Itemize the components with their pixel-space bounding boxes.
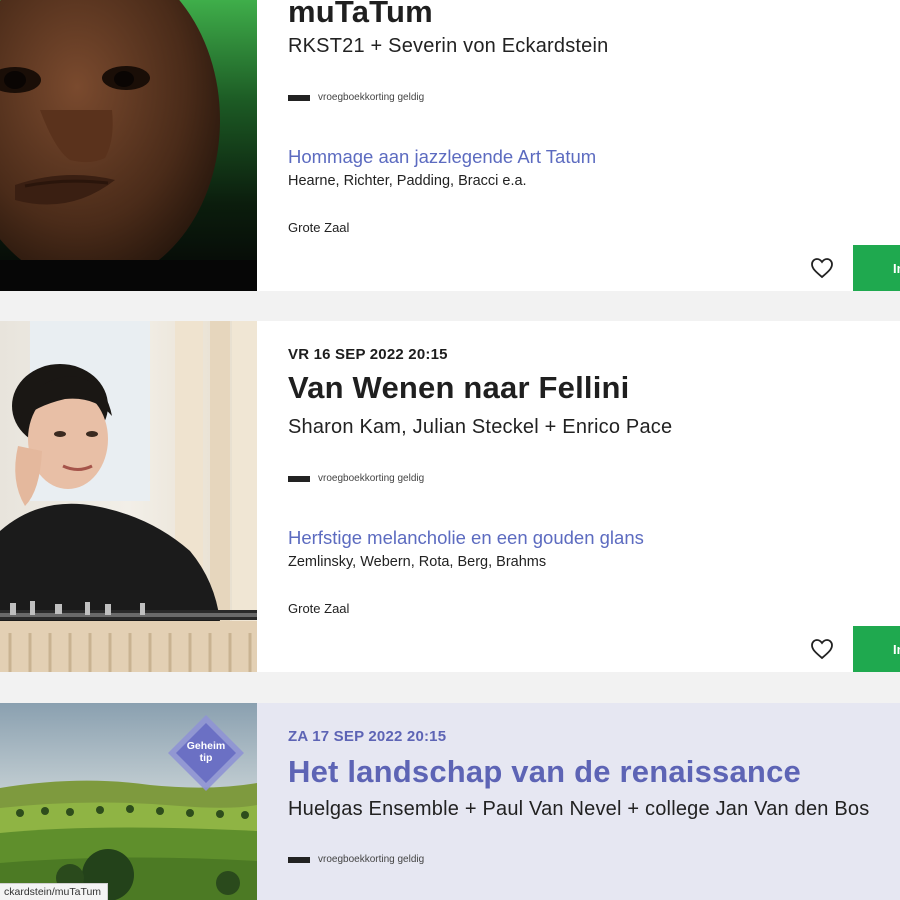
- discount-tag-icon: [288, 94, 310, 101]
- discount-tag: vroegboekkorting geldig: [288, 473, 424, 484]
- event-tagline[interactable]: Herfstige melancholie en een gouden glan…: [288, 527, 644, 549]
- event-image-clarinetist-photo[interactable]: [0, 321, 257, 672]
- discount-label: vroegboekkorting geldig: [318, 92, 425, 103]
- event-composers: Hearne, Richter, Padding, Bracci e.a.: [288, 173, 527, 189]
- discount-label: vroegboekkorting geldig: [318, 854, 425, 865]
- status-bar-url: ckardstein/muTaTum: [0, 883, 109, 900]
- event-performers: Sharon Kam, Julian Steckel + Enrico Pace: [288, 416, 673, 438]
- event-date: VR 16 SEP 2022 20:15: [288, 346, 448, 363]
- event-card[interactable]: Geheim tip ZA 17 SEP 2022 20:15 Het land…: [0, 703, 900, 900]
- event-tagline[interactable]: Hommage aan jazzlegende Art Tatum: [288, 146, 596, 168]
- event-title[interactable]: Van Wenen naar Fellini: [288, 370, 629, 406]
- event-venue: Grote Zaal: [288, 220, 350, 235]
- event-composers: Zemlinsky, Webern, Rota, Berg, Brahms: [288, 554, 547, 570]
- event-title[interactable]: Het landschap van de renaissance: [288, 754, 801, 790]
- discount-tag: vroegboekkorting geldig: [288, 92, 424, 103]
- buy-tickets-button[interactable]: In: [853, 626, 900, 672]
- event-image-artist-portrait[interactable]: [0, 0, 257, 291]
- secret-tip-badge-label: Geheim tip: [168, 740, 244, 764]
- event-performers: Huelgas Ensemble + Paul Van Nevel + coll…: [288, 798, 870, 820]
- event-card[interactable]: muTaTum RKST21 + Severin von Eckardstein…: [0, 0, 900, 291]
- event-image-landscape-photo[interactable]: Geheim tip: [0, 703, 257, 900]
- heart-outline-icon[interactable]: [810, 257, 834, 279]
- event-date: ZA 17 SEP 2022 20:15: [288, 728, 447, 745]
- discount-label: vroegboekkorting geldig: [318, 473, 425, 484]
- heart-outline-icon[interactable]: [810, 638, 834, 660]
- event-performers: RKST21 + Severin von Eckardstein: [288, 35, 609, 57]
- badge-line-1: Geheim: [186, 740, 226, 752]
- buy-tickets-button[interactable]: In: [853, 245, 900, 291]
- badge-line-2: tip: [199, 752, 213, 764]
- discount-tag: vroegboekkorting geldig: [288, 854, 424, 865]
- event-venue: Grote Zaal: [288, 601, 350, 616]
- discount-tag-icon: [288, 475, 310, 482]
- event-card[interactable]: VR 16 SEP 2022 20:15 Van Wenen naar Fell…: [0, 321, 900, 672]
- event-title[interactable]: muTaTum: [288, 0, 433, 30]
- discount-tag-icon: [288, 856, 310, 863]
